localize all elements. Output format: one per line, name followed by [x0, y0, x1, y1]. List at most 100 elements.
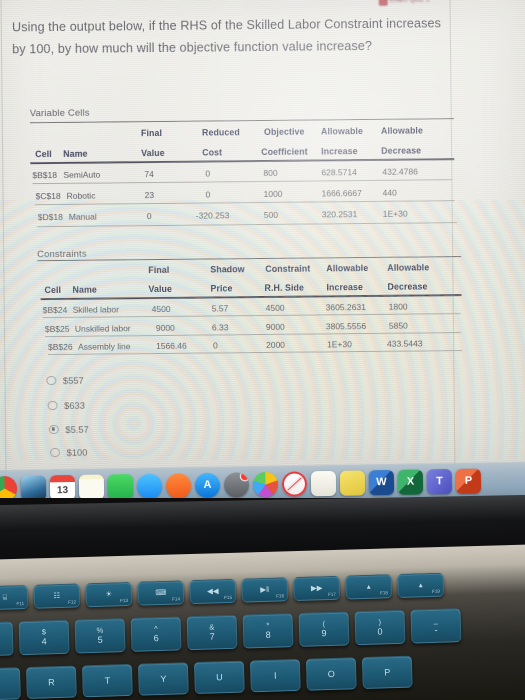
- key-top-label: ▴: [366, 581, 371, 591]
- key-fn-label: F18: [379, 590, 388, 596]
- fn-key-F13[interactable]: ☀ F13: [85, 581, 133, 608]
- fn-key-F11[interactable]: ⌸ F11: [0, 584, 29, 611]
- number-key-8[interactable]: * 8: [242, 613, 294, 649]
- fn-key-F19[interactable]: ▴ F19: [397, 572, 445, 598]
- key-fn-label: F12: [68, 599, 77, 605]
- cn-header-value: Value: [148, 283, 173, 295]
- cn-header-name: Name: [72, 284, 97, 295]
- answer-option-3[interactable]: $5.57: [48, 424, 89, 435]
- fn-key-F18[interactable]: ▴ F18: [345, 574, 393, 600]
- number-key-5[interactable]: % 5: [74, 618, 126, 654]
- radio-button-icon[interactable]: [47, 400, 58, 411]
- key-main-label: I: [273, 670, 277, 681]
- table-row-cell-ref: $B$25: [44, 323, 70, 335]
- word-icon[interactable]: W: [368, 469, 395, 495]
- laptop-keyboard: ⌸ F11 ☷ F12 ☀ F13 ⌨ F14 ◀◀ F15 ▶‖ F16 ▶▶ F17 ▴ F18 ▴ F19 …: [0, 548, 525, 700]
- site-favicon-icon: [378, 0, 388, 6]
- chrome-icon[interactable]: [0, 475, 18, 501]
- do-not-disturb-icon[interactable]: [281, 470, 308, 497]
- fn-key-F12[interactable]: ☷ F12: [33, 583, 81, 609]
- number-key--[interactable]: _ -: [410, 608, 462, 644]
- letter-key-P[interactable]: P: [361, 655, 413, 690]
- number-key-6[interactable]: ^ 6: [130, 616, 182, 652]
- facetime-icon[interactable]: [107, 473, 134, 499]
- answer-option-label: $633: [64, 399, 86, 411]
- number-key-0[interactable]: ) 0: [354, 609, 406, 646]
- radio-button-icon[interactable]: [46, 375, 56, 386]
- letter-key-U[interactable]: U: [193, 660, 245, 695]
- word-icon-glyph: W: [376, 476, 387, 489]
- answer-option-1[interactable]: $557: [46, 375, 84, 386]
- key-fn-label: F14: [172, 596, 181, 602]
- powerpoint-icon-glyph: P: [464, 474, 473, 487]
- vc-header-rule: [30, 158, 455, 164]
- number-key-7[interactable]: & 7: [186, 614, 238, 651]
- answer-option-label: $100: [66, 446, 88, 458]
- table-row-rhs: 9000: [265, 321, 285, 332]
- key-top-label: ): [378, 617, 382, 627]
- table-row-name: Robotic: [66, 190, 96, 201]
- reminders-icon[interactable]: [310, 470, 337, 496]
- radio-button-icon[interactable]: [50, 447, 60, 458]
- table-row-allow-inc: 3805.5556: [325, 321, 367, 332]
- vc-header-final: Final: [140, 127, 163, 139]
- key-fn-label: F19: [431, 588, 440, 594]
- table-row-cell-ref: $C$18: [35, 190, 61, 202]
- vc-header-decrease: Decrease: [381, 145, 422, 156]
- key-top-label: ☷: [53, 590, 61, 601]
- photographed-laptop-screen: Exam Quiz 5 Using the output below, if t…: [0, 0, 525, 700]
- table-row-shadow-price: 5.57: [211, 303, 229, 314]
- messages-icon[interactable]: [136, 473, 163, 499]
- letter-key-I[interactable]: I: [249, 658, 301, 693]
- app-store-icon[interactable]: A: [194, 472, 221, 498]
- cn-header-final: Final: [148, 264, 170, 276]
- powerpoint-icon[interactable]: P: [455, 468, 482, 494]
- table-row-allow-dec: 1E+30: [382, 208, 408, 219]
- table-row-allow-inc: 3605.2631: [325, 302, 366, 313]
- teams-icon-glyph: T: [435, 475, 443, 488]
- fn-key-F14[interactable]: ⌨ F14: [137, 580, 185, 606]
- answer-option-4[interactable]: $100: [50, 447, 87, 458]
- key-main-label: 0: [377, 626, 383, 637]
- vc-header-cost: Cost: [202, 147, 223, 158]
- vc-header-objective: Objective: [263, 126, 305, 137]
- table-row-name: Unskilled labor: [74, 323, 131, 334]
- letter-key-R[interactable]: R: [25, 665, 77, 700]
- table-row-final-value: 23: [144, 190, 155, 201]
- fn-key-F16[interactable]: ▶‖ F16: [241, 577, 289, 603]
- excel-icon[interactable]: X: [397, 469, 424, 495]
- finder-wallpaper-icon[interactable]: [20, 474, 47, 501]
- vc-header-value: Value: [141, 147, 165, 159]
- letter-key-O[interactable]: O: [305, 657, 357, 691]
- vc-header-coefficient: Coefficient: [261, 146, 308, 158]
- variable-cells-top-rule: [29, 118, 454, 124]
- calendar-icon[interactable]: 13: [49, 474, 76, 500]
- table-row-allow-inc: 1E+30: [326, 339, 352, 350]
- number-key-9[interactable]: (9: [298, 611, 350, 647]
- photos-icon[interactable]: [252, 471, 279, 497]
- key-fn-label: F11: [16, 601, 25, 607]
- letter-key-Y[interactable]: Y: [137, 662, 189, 696]
- key-top-label: ⌸: [2, 592, 8, 602]
- books-icon[interactable]: [165, 472, 192, 499]
- key-top-label: &: [209, 622, 215, 632]
- radio-button-selected-icon[interactable]: [48, 424, 59, 435]
- number-key-4[interactable]: $4: [18, 619, 70, 656]
- table-row-name: Manual: [68, 211, 97, 222]
- stickies-icon[interactable]: [339, 469, 366, 496]
- browser-tab-title[interactable]: Exam Quiz 5: [390, 0, 430, 4]
- key-fn-label: F13: [120, 597, 129, 604]
- answer-option-2[interactable]: $633: [47, 399, 86, 411]
- cn-header-allow-dec-1: Allowable: [387, 262, 430, 273]
- system-settings-icon[interactable]: [223, 471, 250, 498]
- notes-icon[interactable]: [78, 474, 105, 500]
- fn-key-F15[interactable]: ◀◀ F15: [189, 578, 237, 605]
- letter-key-E[interactable]: E: [0, 667, 21, 700]
- teams-icon[interactable]: T: [426, 468, 453, 494]
- fn-key-F17[interactable]: ▶▶ F17: [293, 575, 341, 602]
- table-row-cell-ref: $B$18: [32, 169, 58, 181]
- letter-key-T[interactable]: T: [81, 663, 133, 698]
- table-row-reduced-cost: 0: [205, 189, 211, 200]
- cn-header-shadow: Shadow: [210, 264, 245, 275]
- number-key-3[interactable]: #3: [0, 621, 14, 657]
